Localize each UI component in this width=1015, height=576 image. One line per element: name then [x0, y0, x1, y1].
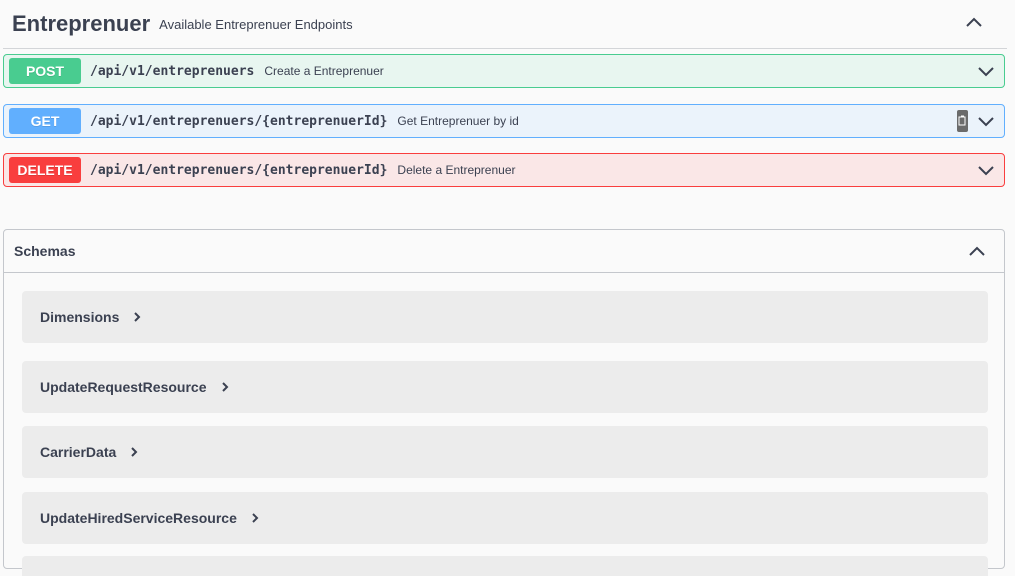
chevron-down-icon[interactable]	[976, 111, 996, 131]
chevron-right-icon[interactable]	[221, 381, 231, 393]
operation-summary: Create a Entreprenuer	[264, 64, 384, 78]
chevron-right-icon[interactable]	[133, 311, 143, 323]
schema-model-name: Dimensions	[40, 309, 120, 325]
method-badge-delete: DELETE	[9, 157, 81, 183]
copy-to-clipboard-icon[interactable]	[957, 110, 968, 132]
opblock-delete[interactable]: DELETE /api/v1/entreprenuers/{entreprenu…	[3, 153, 1005, 187]
operation-path: /api/v1/entreprenuers/{entreprenuerId}	[90, 162, 388, 178]
chevron-down-icon[interactable]	[976, 61, 996, 81]
tag-description: Available Entreprenuer Endpoints	[159, 16, 353, 32]
chevron-right-icon[interactable]	[130, 446, 140, 458]
schema-model[interactable]	[22, 556, 988, 576]
schema-model[interactable]: CarrierData	[22, 426, 988, 478]
chevron-right-icon[interactable]	[251, 512, 261, 524]
schema-model-name: UpdateRequestResource	[40, 379, 207, 395]
schemas-section: Schemas Dimensions UpdateRequestResource…	[3, 229, 1005, 576]
chevron-up-icon[interactable]	[963, 11, 985, 33]
schema-model[interactable]: UpdateRequestResource	[22, 361, 988, 413]
tag-header[interactable]: Entreprenuer Available Entreprenuer Endp…	[3, 0, 1007, 49]
method-badge-post: POST	[9, 58, 81, 84]
chevron-down-icon[interactable]	[976, 160, 996, 180]
operation-summary: Delete a Entreprenuer	[397, 163, 516, 177]
schema-model-name: UpdateHiredServiceResource	[40, 510, 237, 526]
chevron-up-icon[interactable]	[966, 240, 988, 262]
opblock-post[interactable]: POST /api/v1/entreprenuers Create a Entr…	[3, 54, 1005, 88]
tag-title[interactable]: Entreprenuer	[12, 11, 150, 37]
schema-model-name: CarrierData	[40, 444, 117, 460]
method-badge-get: GET	[9, 108, 81, 134]
schema-model[interactable]: UpdateHiredServiceResource	[22, 492, 988, 544]
schemas-header[interactable]: Schemas	[4, 230, 1004, 273]
operation-summary: Get Entreprenuer by id	[397, 114, 519, 128]
operation-path: /api/v1/entreprenuers/{entreprenuerId}	[90, 113, 388, 129]
schemas-title: Schemas	[14, 243, 76, 259]
opblock-get[interactable]: GET /api/v1/entreprenuers/{entreprenuerI…	[3, 104, 1005, 138]
schema-model[interactable]: Dimensions	[22, 291, 988, 343]
operation-path: /api/v1/entreprenuers	[90, 63, 255, 79]
